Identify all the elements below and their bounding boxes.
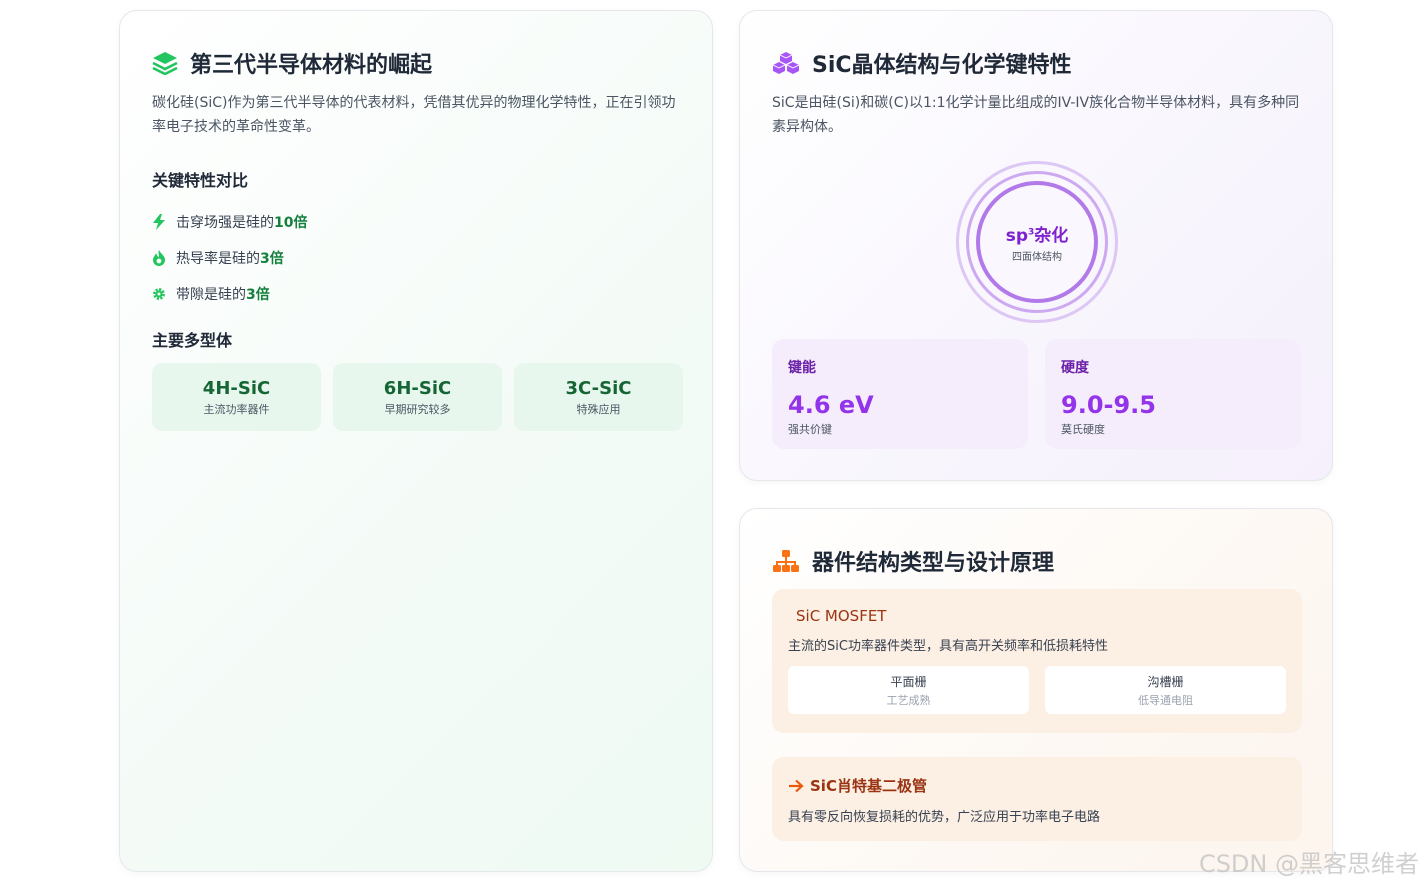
polytype-card-4h: 4H-SiC 主流功率器件 — [152, 363, 321, 431]
feature-highlight: 3倍 — [246, 287, 270, 303]
feature-item-breakdown: 击穿场强是硅的10倍 — [152, 204, 307, 240]
sitemap-icon — [773, 550, 799, 572]
polytype-list: 4H-SiC 主流功率器件 6H-SiC 早期研究较多 3C-SiC 特殊应用 — [152, 363, 683, 431]
device-card-title: 器件结构类型与设计原理 — [812, 551, 1055, 576]
polytype-card-6h: 6H-SiC 早期研究较多 — [333, 363, 502, 431]
feature-text: 击穿场强是硅的 — [176, 215, 274, 231]
feature-text: 带隙是硅的 — [176, 287, 246, 303]
stat-hardness: 硬度 9.0-9.5 莫氏硬度 — [1045, 339, 1301, 449]
feature-highlight: 3倍 — [260, 251, 284, 267]
stat-bond-energy: 键能 4.6 eV 强共价键 — [772, 339, 1028, 449]
stat-value: 4.6 eV — [788, 391, 874, 419]
csdn-watermark: CSDN @黑客思维者 — [1198, 850, 1419, 878]
feature-item-thermal: 热导率是硅的3倍 — [152, 240, 307, 276]
gate-desc: 低导通电阻 — [1138, 693, 1193, 707]
stat-label: 键能 — [788, 360, 816, 376]
schottky-description: 具有零反向恢复损耗的优势，广泛应用于功率电子电路 — [788, 810, 1101, 825]
crystal-card: SiC晶体结构与化学键特性 SiC是由硅(Si)和碳(C)以1:1化学计量比组成… — [739, 10, 1333, 481]
materials-card: 第三代半导体材料的崛起 碳化硅(SiC)作为第三代半导体的代表材料，凭借其优异的… — [119, 10, 713, 872]
lightning-icon — [153, 214, 165, 230]
stat-sublabel: 莫氏硬度 — [1061, 423, 1105, 436]
crystal-card-title: SiC晶体结构与化学键特性 — [812, 53, 1072, 78]
schottky-header: SiC肖特基二极管 — [788, 775, 1286, 796]
feature-text: 热导率是硅的 — [176, 251, 260, 267]
stat-sublabel: 强共价键 — [788, 423, 832, 436]
gear-icon — [153, 288, 165, 300]
mosfet-section: SiC MOSFET 主流的SiC功率器件类型，具有高开关频率和低损耗特性 平面… — [772, 589, 1302, 733]
polytype-desc: 主流功率器件 — [203, 402, 270, 416]
polytypes-section-title: 主要多型体 — [152, 331, 233, 350]
mosfet-description: 主流的SiC功率器件类型，具有高开关频率和低损耗特性 — [788, 639, 1108, 654]
gate-name: 平面栅 — [890, 674, 927, 689]
feature-item-bandgap: 带隙是硅的3倍 — [152, 276, 307, 312]
gate-desc: 工艺成熟 — [886, 693, 931, 707]
polytype-name: 4H-SiC — [202, 377, 271, 399]
gate-type-planar: 平面栅 工艺成熟 — [788, 666, 1029, 714]
polytype-desc: 早期研究较多 — [384, 402, 451, 416]
feature-highlight: 10倍 — [274, 215, 308, 231]
hybridization-sublabel: 四面体结构 — [1012, 252, 1062, 263]
gate-name: 沟槽栅 — [1147, 674, 1184, 689]
arrow-right-icon — [789, 779, 804, 792]
stat-label: 硬度 — [1061, 360, 1089, 376]
cubes-icon — [772, 52, 800, 74]
materials-card-title: 第三代半导体材料的崛起 — [190, 53, 433, 78]
hybridization-diagram: sp3杂化 四面体结构 — [956, 161, 1118, 323]
gate-type-list: 平面栅 工艺成熟 沟槽栅 低导通电阻 — [788, 666, 1286, 714]
materials-card-header: 第三代半导体材料的崛起 — [152, 47, 432, 79]
stat-value: 9.0-9.5 — [1061, 391, 1156, 419]
polytype-name: 6H-SiC — [383, 377, 452, 399]
layers-icon — [152, 52, 178, 75]
polytype-desc: 特殊应用 — [576, 402, 621, 416]
materials-card-description: 碳化硅(SiC)作为第三代半导体的代表材料，凭借其优异的物理化学特性，正在引领功… — [152, 95, 676, 135]
feature-list: 击穿场强是硅的10倍 热导率是硅的3倍 带隙是硅的3倍 — [152, 204, 307, 312]
schottky-section: SiC肖特基二极管 具有零反向恢复损耗的优势，广泛应用于功率电子电路 — [772, 757, 1302, 841]
polytype-card-3c: 3C-SiC 特殊应用 — [514, 363, 683, 431]
flame-icon — [153, 250, 165, 266]
device-card: 器件结构类型与设计原理 SiC MOSFET 主流的SiC功率器件类型，具有高开… — [739, 508, 1333, 872]
features-section-title: 关键特性对比 — [152, 171, 249, 190]
gate-type-trench: 沟槽栅 低导通电阻 — [1045, 666, 1286, 714]
mosfet-title: SiC MOSFET — [796, 607, 887, 625]
schottky-title: SiC肖特基二极管 — [810, 777, 927, 795]
crystal-card-header: SiC晶体结构与化学键特性 — [772, 47, 1072, 79]
crystal-card-description: SiC是由硅(Si)和碳(C)以1:1化学计量比组成的IV-IV族化合物半导体材… — [772, 95, 1300, 135]
polytype-name: 3C-SiC — [565, 377, 632, 399]
hybridization-label: sp3杂化 — [1005, 226, 1069, 246]
device-card-header: 器件结构类型与设计原理 — [772, 545, 1054, 577]
